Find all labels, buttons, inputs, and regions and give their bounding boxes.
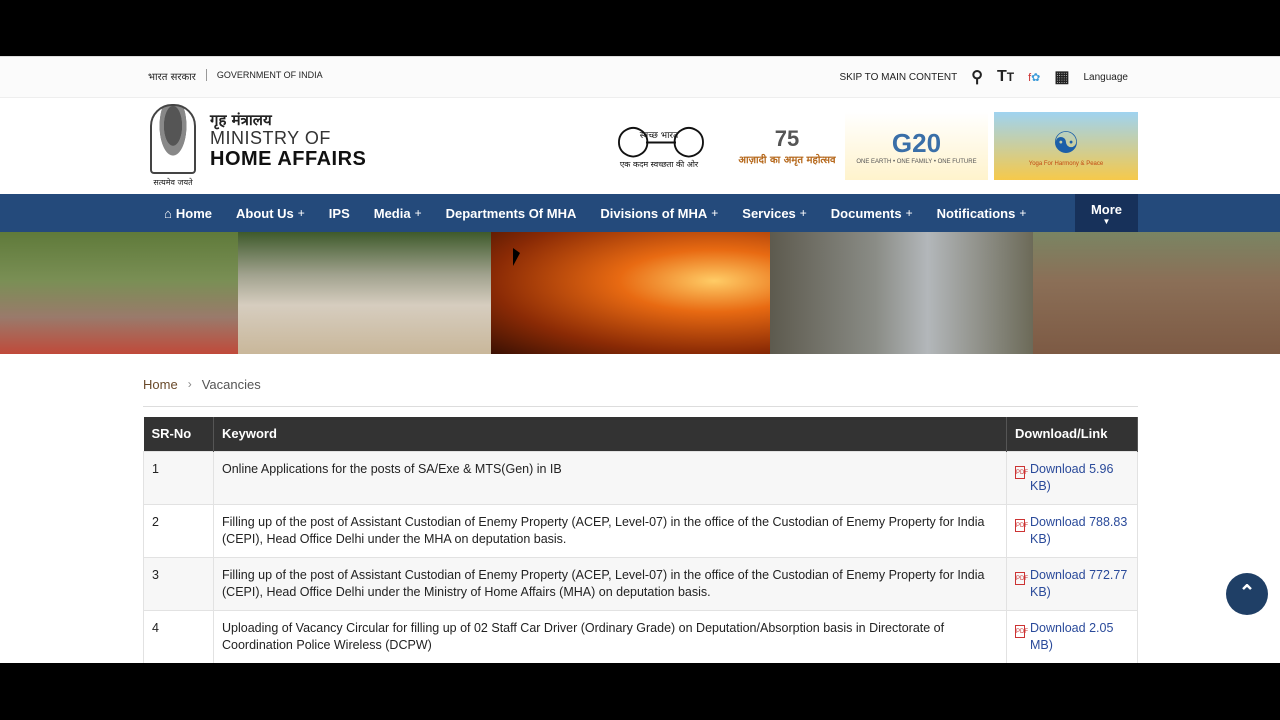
expand-plus-icon: + (905, 206, 913, 220)
expand-plus-icon: + (1019, 206, 1027, 220)
national-emblem-logo[interactable]: सत्यमेव जयते (148, 104, 198, 190)
swachh-bharat-logo[interactable]: ◯—◯ स्वच्छ भारत एक कदम स्वच्छता की ओर (589, 112, 729, 180)
breadcrumb-current: Vacancies (201, 376, 261, 392)
download-link[interactable]: Download 5.96 KB) (1030, 461, 1129, 495)
gov-india-label: GOVERNMENT OF INDIA (216, 70, 323, 80)
nav-item-about-us[interactable]: About Us + (236, 206, 305, 221)
nav-more-button[interactable]: More ▼ (1075, 194, 1138, 232)
sitemap-icon[interactable]: ▦ (1054, 67, 1069, 87)
breadcrumb-home-link[interactable]: Home (143, 377, 178, 392)
banner-image-border-fence (491, 232, 770, 354)
nav-item-media[interactable]: Media + (374, 206, 422, 221)
chevron-right-icon: › (187, 377, 192, 391)
g20-caption: ONE EARTH • ONE FAMILY • ONE FUTURE (856, 158, 977, 165)
cell-download: PDF Download 2.05 MB) (1006, 609, 1138, 663)
home-icon: ⌂ (164, 205, 172, 221)
cell-sr-no: 2 (143, 503, 214, 558)
nav-item-home[interactable]: ⌂ Home (164, 206, 212, 221)
g20-text: G20 (891, 127, 942, 158)
divider (205, 69, 207, 81)
nav-item-ips[interactable]: IPS (329, 206, 350, 221)
main-navigation: ⌂ Home About Us + IPS Media + Departments O… (0, 194, 1280, 232)
yoga-figure-icon: ☯ (1052, 126, 1080, 160)
pdf-icon: PDF (1015, 518, 1028, 532)
ministry-name-line1: MINISTRY OF (210, 127, 331, 148)
hero-banner (0, 232, 1280, 354)
table-row: 3 Filling up of the post of Assistant Cu… (143, 556, 1138, 611)
top-utility-bar: भारत सरकार GOVERNMENT OF INDIA SKIP TO M… (0, 56, 1280, 98)
banner-image-disaster-relief (1033, 232, 1280, 354)
cell-keyword: Online Applications for the posts of SA/… (213, 450, 1007, 505)
text-size-icon[interactable]: TT (997, 68, 1014, 86)
azadi-ka-amrit-mahotsav-logo[interactable]: 75 आज़ादी का अमृत महोत्सव (735, 112, 839, 180)
emblem-image (150, 104, 196, 174)
gov-hindi-label: भारत सरकार (148, 72, 196, 83)
table-row: 2 Filling up of the post of Assistant Cu… (143, 503, 1138, 558)
column-header-sr-no: SR-No (143, 417, 214, 451)
expand-plus-icon: + (799, 206, 807, 220)
pdf-icon: PDF (1015, 465, 1028, 479)
expand-plus-icon: + (297, 206, 305, 220)
pdf-icon: PDF (1015, 571, 1028, 585)
banner-image-vehicle-check (770, 232, 1033, 354)
swachh-caption: एक कदम स्वच्छता की ओर (619, 159, 699, 169)
scroll-to-top-button[interactable]: ⌃ (1226, 573, 1268, 615)
search-icon[interactable]: ⚲ (971, 67, 983, 87)
cell-keyword: Filling up of the post of Assistant Cust… (213, 556, 1007, 611)
nav-item-divisions[interactable]: Divisions of MHA + (600, 206, 718, 221)
skip-to-main-link[interactable]: SKIP TO MAIN CONTENT (839, 72, 957, 83)
column-header-keyword: Keyword (213, 417, 1007, 451)
social-icon[interactable]: f✿ (1028, 71, 1040, 84)
nav-item-departments[interactable]: Departments Of MHA (446, 206, 577, 221)
azadi-text: आज़ादी का अमृत महोत्सव (738, 155, 836, 166)
chevron-up-icon: ⌃ (1238, 582, 1256, 604)
nav-item-documents[interactable]: Documents + (831, 206, 913, 221)
cell-download: PDF Download 5.96 KB) (1006, 450, 1138, 505)
browser-viewport: भारत सरकार GOVERNMENT OF INDIA SKIP TO M… (0, 56, 1280, 663)
cell-sr-no: 4 (143, 609, 214, 663)
yoga-day-logo[interactable]: ☯ Yoga For Harmony & Peace (994, 112, 1138, 180)
language-selector[interactable]: Language (1084, 72, 1129, 83)
download-link[interactable]: Download 772.77 KB) (1030, 567, 1129, 601)
g20-logo[interactable]: G20 ONE EARTH • ONE FAMILY • ONE FUTURE (845, 112, 988, 180)
column-header-download: Download/Link (1006, 417, 1138, 451)
expand-plus-icon: + (711, 206, 719, 220)
cell-download: PDF Download 788.83 KB) (1006, 503, 1138, 558)
cell-keyword: Filling up of the post of Assistant Cust… (213, 503, 1007, 558)
download-link[interactable]: Download 788.83 KB) (1030, 514, 1129, 548)
yoga-caption: Yoga For Harmony & Peace (1028, 160, 1104, 167)
banner-image-police-parade (238, 232, 491, 354)
main-content: Home › Vacancies SR-No Keyword Download/… (143, 372, 1138, 663)
emblem-motto: सत्यमेव जयते (153, 178, 193, 187)
mouse-cursor (513, 248, 520, 266)
nav-item-notifications[interactable]: Notifications + (937, 206, 1027, 221)
ministry-name-line2: HOME AFFAIRS (210, 148, 367, 171)
chevron-down-icon: ▼ (1102, 217, 1111, 226)
ministry-title[interactable]: गृह मंत्रालय MINISTRY OF HOME AFFAIRS (210, 112, 366, 170)
campaign-logos: ◯—◯ स्वच्छ भारत एक कदम स्वच्छता की ओर 75… (589, 112, 1138, 180)
banner-image-flood-rescue (0, 232, 238, 354)
table-row: 4 Uploading of Vacancy Circular for fill… (143, 609, 1138, 663)
divider (143, 406, 1138, 407)
cell-sr-no: 3 (143, 556, 214, 611)
expand-plus-icon: + (414, 206, 422, 220)
site-header: सत्यमेव जयते गृह मंत्रालय MINISTRY OF HO… (0, 98, 1280, 194)
table-row: 1 Online Applications for the posts of S… (143, 450, 1138, 505)
breadcrumb: Home › Vacancies (143, 372, 1138, 396)
pdf-icon: PDF (1015, 624, 1028, 638)
vacancies-table: SR-No Keyword Download/Link 1 Online App… (143, 417, 1138, 663)
cell-keyword: Uploading of Vacancy Circular for fillin… (213, 609, 1007, 663)
download-link[interactable]: Download 2.05 MB) (1030, 620, 1129, 654)
cell-sr-no: 1 (143, 450, 214, 505)
nav-item-services[interactable]: Services + (742, 206, 807, 221)
swachh-text: स्वच्छ भारत (639, 130, 679, 141)
ministry-hindi-name: गृह मंत्रालय (210, 111, 272, 129)
cell-download: PDF Download 772.77 KB) (1006, 556, 1138, 611)
